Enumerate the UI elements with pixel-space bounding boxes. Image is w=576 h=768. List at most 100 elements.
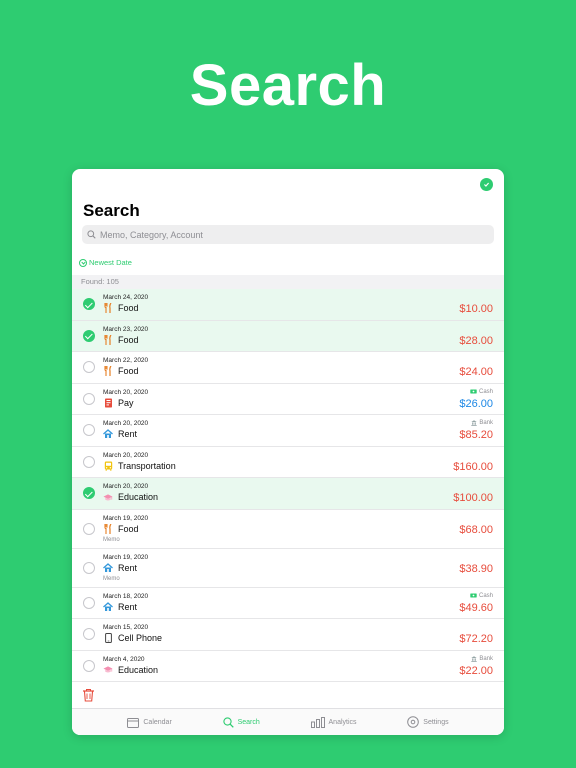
pay-icon — [103, 398, 113, 408]
transaction-amount: $160.00 — [453, 460, 493, 473]
bus-icon — [103, 461, 113, 471]
transaction-amount: $85.20 — [459, 429, 493, 441]
phone-icon — [103, 633, 113, 643]
transaction-account: Cash — [470, 389, 493, 395]
done-check-icon[interactable] — [480, 178, 493, 191]
unchecked-circle-icon[interactable] — [83, 522, 95, 535]
unchecked-circle-icon[interactable] — [83, 628, 95, 641]
transaction-date: March 24, 2020 — [103, 294, 149, 301]
transaction-category: Food — [118, 303, 139, 313]
transaction-memo: Memo — [103, 536, 120, 543]
transaction-category: Education — [118, 492, 159, 502]
transaction-date: March 23, 2020 — [103, 325, 149, 333]
transaction-memo: Memo — [103, 575, 120, 582]
transaction-amount: $10.00 — [459, 303, 493, 315]
transaction-date: March 4, 2020 — [103, 655, 145, 663]
transaction-category: Rent — [118, 429, 138, 439]
calendar-icon — [127, 717, 140, 728]
page-title: Search — [83, 201, 140, 220]
transaction-date: March 20, 2020 — [103, 483, 149, 490]
transaction-date: March 20, 2020 — [103, 420, 149, 427]
transaction-category: Food — [118, 366, 139, 376]
fork-knife-icon — [103, 303, 113, 313]
transaction-category: Transportation — [118, 460, 176, 471]
transaction-row[interactable]: March 20, 2020 Transportation $160.00 — [72, 446, 504, 478]
unchecked-circle-icon[interactable] — [83, 561, 95, 574]
search-bar[interactable] — [82, 225, 494, 244]
transaction-account: Bank — [471, 656, 493, 662]
transaction-category: Cell Phone — [118, 633, 163, 643]
account-label: Cash — [478, 388, 493, 395]
tab-label: Settings — [423, 718, 449, 726]
checked-circle-icon[interactable] — [83, 298, 95, 311]
graduation-cap-icon — [103, 492, 113, 502]
account-label: Cash — [478, 592, 493, 599]
checked-circle-icon[interactable] — [83, 329, 95, 342]
transaction-date: March 20, 2020 — [103, 451, 149, 459]
tab-label: Analytics — [328, 718, 357, 726]
transaction-category: Rent — [118, 601, 138, 612]
checked-circle-icon[interactable] — [83, 487, 95, 500]
house-icon — [103, 601, 113, 612]
tab-calendar[interactable]: Calendar — [127, 717, 172, 728]
gear-icon — [407, 716, 420, 728]
tab-settings[interactable]: Settings — [407, 716, 449, 728]
unchecked-circle-icon[interactable] — [83, 596, 95, 609]
account-label: Bank — [479, 655, 493, 662]
unchecked-circle-icon[interactable] — [83, 392, 95, 405]
transaction-amount: $49.60 — [459, 601, 493, 614]
transaction-account: Cash — [470, 593, 493, 599]
sort-chevron-icon — [79, 258, 87, 267]
transaction-row[interactable]: March 19, 2020 Food Memo $68.00 — [72, 509, 504, 549]
tab-analytics[interactable]: Analytics — [310, 716, 357, 728]
unchecked-circle-icon[interactable] — [83, 659, 95, 672]
transaction-date: March 18, 2020 — [103, 592, 149, 600]
tab-label: Calendar — [143, 718, 172, 726]
hero-title: Search — [189, 53, 387, 118]
unchecked-circle-icon[interactable] — [83, 455, 95, 468]
transaction-amount: $68.00 — [459, 523, 493, 536]
transaction-category: Food — [118, 523, 139, 534]
fork-knife-icon — [103, 523, 113, 534]
search-icon — [87, 230, 96, 239]
transaction-date: March 15, 2020 — [103, 624, 149, 631]
transaction-amount: $38.90 — [459, 562, 493, 575]
transaction-row[interactable]: March 23, 2020 Food $28.00 — [72, 320, 504, 352]
transaction-date: March 22, 2020 — [103, 357, 149, 364]
trash-icon[interactable] — [82, 688, 95, 702]
transaction-amount: $28.00 — [459, 334, 493, 347]
transaction-row[interactable]: March 4, 2020 Education Bank $22.00 — [72, 650, 504, 682]
transaction-list: March 24, 2020 Food $10.00 March 23, 2020 Fo… — [72, 289, 504, 682]
search-input[interactable] — [100, 229, 480, 240]
found-count: Found: 105 — [72, 275, 504, 289]
search-icon — [222, 716, 234, 728]
graduation-cap-icon — [103, 665, 113, 675]
fork-knife-icon — [103, 366, 113, 376]
transaction-date: March 19, 2020 — [103, 553, 149, 561]
transaction-category: Rent — [118, 562, 138, 573]
tab-search[interactable]: Search — [222, 716, 260, 728]
transaction-row[interactable]: March 18, 2020 Rent Cash $49.60 — [72, 587, 504, 619]
bar-chart-icon — [310, 716, 325, 728]
transaction-row[interactable]: March 20, 2020 Pay Cash $26.00 — [72, 383, 504, 415]
fork-knife-icon — [103, 334, 113, 345]
transaction-category: Education — [118, 664, 159, 675]
transaction-date: March 20, 2020 — [103, 388, 149, 396]
transaction-row[interactable]: March 24, 2020 Food $10.00 — [72, 289, 504, 321]
transaction-row[interactable]: March 22, 2020 Food $24.00 — [72, 352, 504, 384]
app-window: Search Newest Date Found: 105 March 24, … — [72, 169, 504, 735]
unchecked-circle-icon[interactable] — [83, 361, 95, 374]
transaction-account: Bank — [471, 420, 493, 426]
transaction-row[interactable]: March 19, 2020 Rent Memo $38.90 — [72, 548, 504, 588]
tab-label: Search — [237, 718, 260, 726]
tab-bar: Calendar Search Analytics Settings — [72, 708, 504, 735]
transaction-amount: $24.00 — [459, 366, 493, 378]
house-icon — [103, 562, 113, 573]
transaction-row[interactable]: March 15, 2020 Cell Phone $72.20 — [72, 619, 504, 651]
transaction-row[interactable]: March 20, 2020 Rent Bank $85.20 — [72, 415, 504, 447]
sort-button[interactable]: Newest Date — [79, 258, 132, 267]
account-label: Bank — [479, 420, 493, 426]
transaction-row[interactable]: March 20, 2020 Education $100.00 — [72, 478, 504, 510]
transaction-category: Food — [118, 334, 139, 345]
unchecked-circle-icon[interactable] — [83, 424, 95, 437]
